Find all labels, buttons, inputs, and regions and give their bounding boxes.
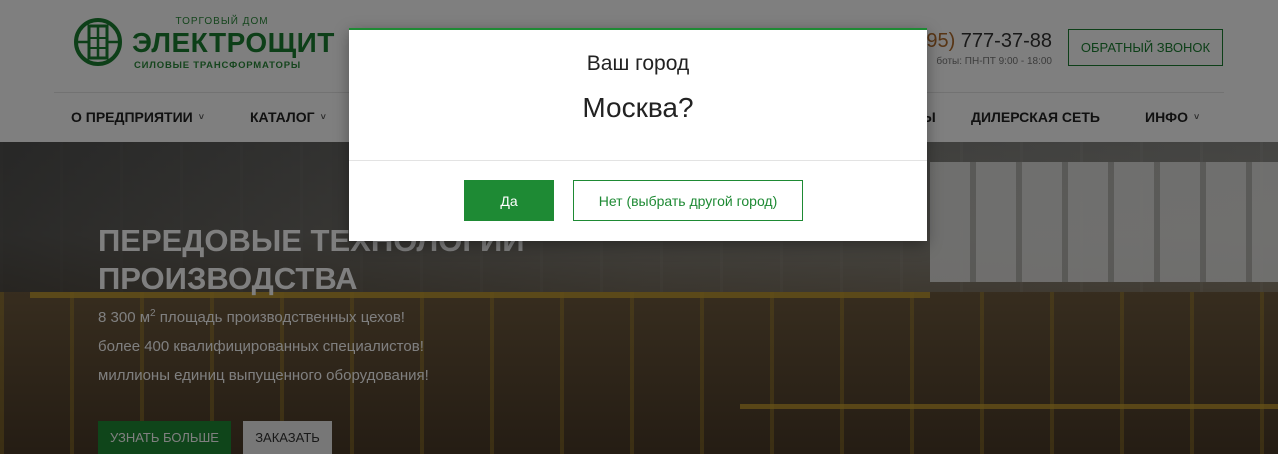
- city-confirm-dialog: Ваш город Москва? Да Нет (выбрать другой…: [349, 28, 927, 241]
- dialog-divider: [349, 160, 927, 161]
- confirm-city-button[interactable]: Да: [464, 180, 554, 221]
- dialog-title: Ваш город: [586, 52, 690, 75]
- detected-city: Москва?: [582, 92, 694, 123]
- choose-other-city-button[interactable]: Нет (выбрать другой город): [573, 180, 803, 221]
